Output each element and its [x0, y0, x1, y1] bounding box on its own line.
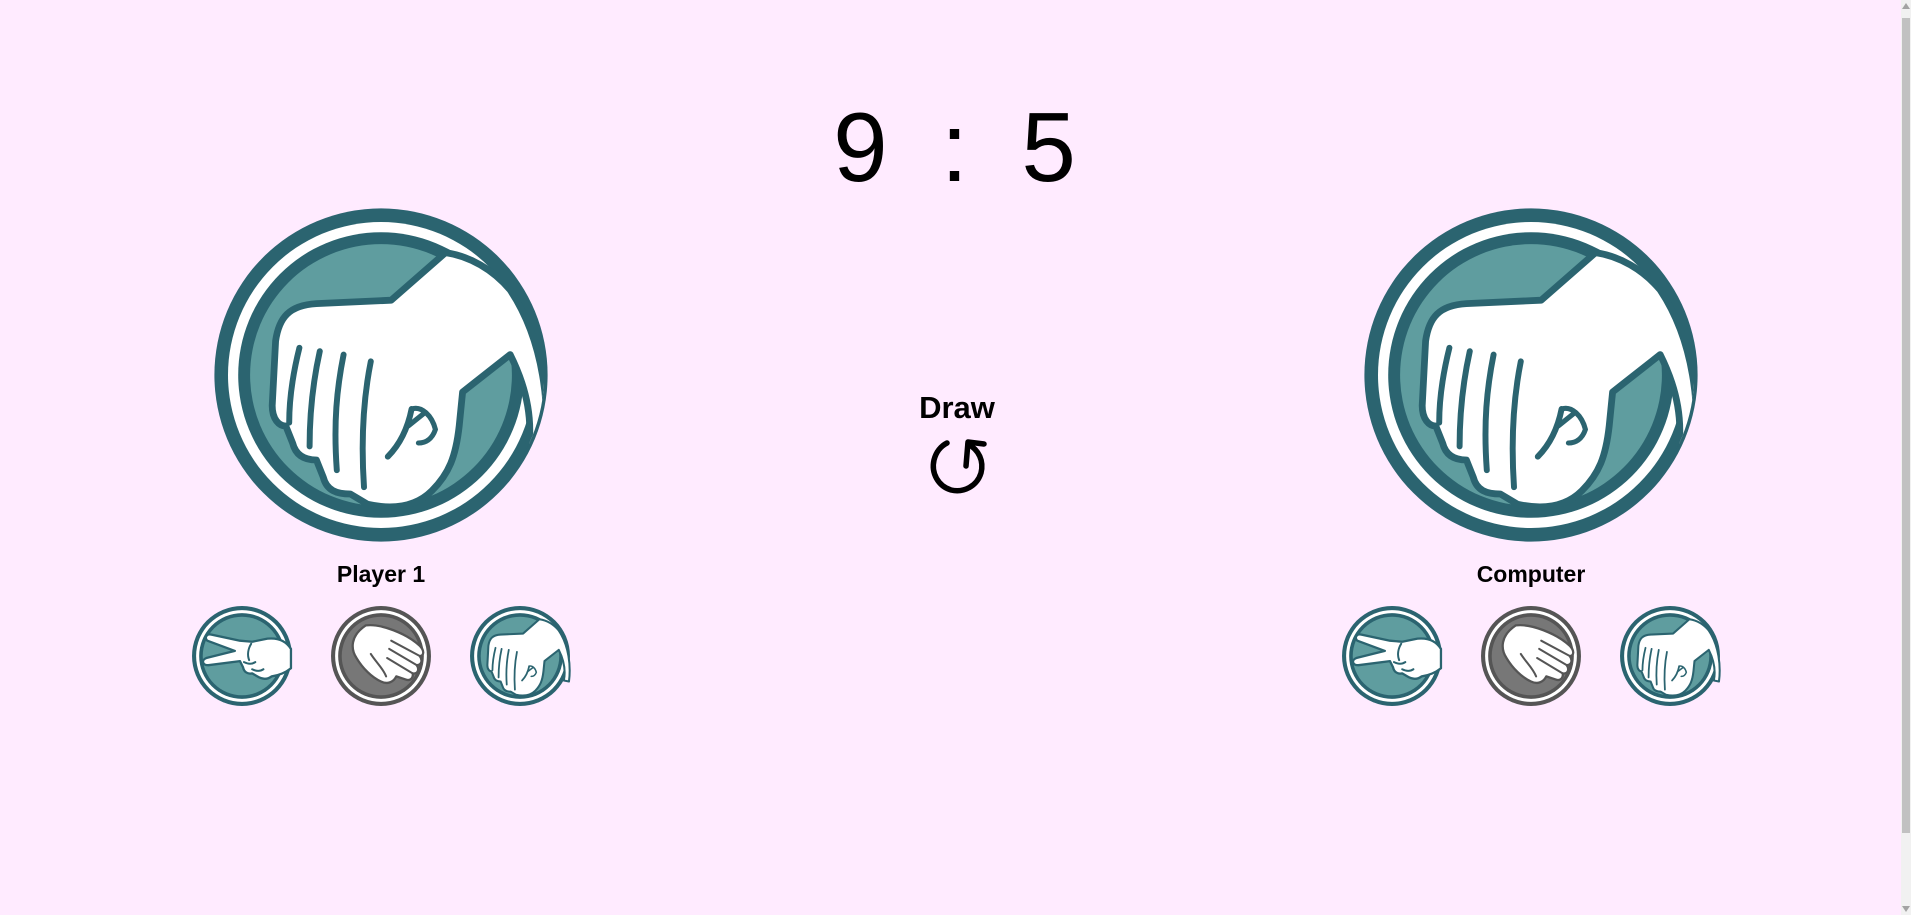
scoreboard: 9 : 5	[0, 92, 1911, 202]
computer-scissors-button[interactable]	[1341, 605, 1443, 707]
player-scissors-button[interactable]	[191, 605, 293, 707]
player-name: Player 1	[336, 561, 426, 587]
scroll-up-arrow-icon[interactable]	[1902, 3, 1910, 9]
player-score: 9	[833, 92, 890, 202]
vertical-scrollbar[interactable]	[1901, 0, 1911, 915]
computer-name: Computer	[1476, 561, 1586, 587]
player-rock-button[interactable]	[469, 605, 571, 707]
computer-panel: Computer	[1341, 205, 1721, 707]
score-separator: :	[940, 92, 971, 202]
computer-choice-buttons	[1341, 605, 1721, 707]
scrollbar-thumb[interactable]	[1902, 18, 1910, 833]
result-text: Draw	[919, 390, 995, 425]
reset-icon	[930, 439, 987, 494]
reset-button[interactable]	[922, 430, 992, 496]
scroll-down-arrow-icon[interactable]	[1902, 906, 1910, 912]
player-current-choice-rock-icon	[214, 208, 548, 542]
game-screen: 9 : 5 Player 1 Draw Computer	[0, 0, 1911, 915]
computer-score: 5	[1021, 92, 1078, 202]
computer-paper-button[interactable]	[1480, 605, 1582, 707]
player-panel: Player 1	[191, 205, 571, 707]
player-choice-buttons	[191, 605, 571, 707]
player-paper-button[interactable]	[330, 605, 432, 707]
computer-current-choice-rock-icon	[1364, 208, 1698, 542]
computer-rock-button[interactable]	[1619, 605, 1721, 707]
round-result: Draw	[857, 388, 1057, 496]
